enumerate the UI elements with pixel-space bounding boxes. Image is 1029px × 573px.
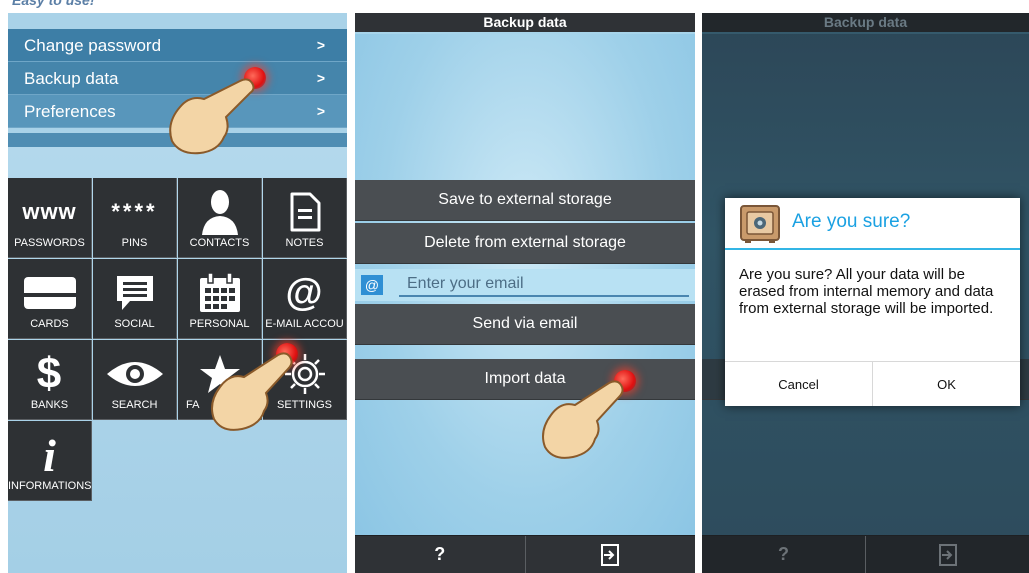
screen-title: Backup data [702, 13, 1029, 34]
tile-cards[interactable]: CARDS [8, 259, 92, 339]
touch-indicator [614, 370, 636, 392]
delete-external-button[interactable]: Delete from external storage [355, 223, 695, 264]
tile-label: SETTINGS [276, 399, 332, 411]
chevron-right-icon: > [316, 70, 325, 86]
ok-button[interactable]: OK [872, 362, 1020, 406]
asterisks-icon: **** [111, 199, 158, 224]
cancel-button[interactable]: Cancel [725, 362, 872, 406]
safe-icon [740, 205, 780, 243]
info-icon: i [43, 429, 56, 481]
tile-pins[interactable]: **** PINS [93, 178, 177, 258]
tile-label: E-MAIL ACCOU [265, 318, 344, 330]
confirm-screen: Backup data ? Are you sure? Are you sure… [702, 13, 1029, 573]
menu-item-label: Preferences [24, 102, 116, 121]
bottom-bar: ? [702, 535, 1029, 573]
exit-door-icon [938, 543, 957, 566]
dialog-message: Are you sure? All your data will be eras… [739, 266, 994, 317]
chevron-right-icon: > [316, 103, 325, 119]
tile-contacts[interactable]: CONTACTS [178, 178, 262, 258]
calendar-icon [178, 271, 261, 315]
at-sign-icon: @ [285, 271, 324, 314]
tile-label: PINS [121, 237, 148, 249]
chevron-right-icon: > [316, 37, 325, 53]
bottom-bar: ? [355, 535, 695, 573]
tile-label: PERSONAL [189, 318, 250, 330]
help-icon: ? [434, 544, 446, 564]
tile-label: BANKS [30, 399, 69, 411]
tile-social[interactable]: SOCIAL [93, 259, 177, 339]
tile-label: NOTES [285, 237, 324, 249]
tile-label: FA [186, 399, 200, 411]
dollar-icon: $ [36, 349, 63, 398]
dialog-buttons: Cancel OK [725, 361, 1020, 406]
menu-item-preferences[interactable]: Preferences > [8, 95, 347, 128]
tile-notes[interactable]: NOTES [263, 178, 347, 258]
card-icon [8, 271, 91, 315]
settings-menu: Change password > Backup data > Preferen… [8, 29, 347, 133]
exit-button [865, 536, 1029, 573]
tile-label: SOCIAL [114, 318, 155, 330]
tile-informations[interactable]: i INFORMATIONS [8, 421, 92, 501]
tile-email-accounts[interactable]: @ E-MAIL ACCOU [263, 259, 347, 339]
backup-screen: Backup data Save to external storage Del… [355, 13, 695, 573]
category-grid: www PASSWORDS **** PINS CONTACTS NOTES C… [8, 178, 347, 501]
email-input[interactable] [399, 273, 689, 297]
eye-icon [93, 352, 176, 396]
tile-favorites[interactable]: FA [178, 340, 262, 420]
dialog-title: Are you sure? [792, 211, 911, 232]
settings-screen: Change password > Backup data > Preferen… [8, 13, 347, 573]
tagline: Easy to use! [12, 0, 95, 8]
tile-banks[interactable]: $ BANKS [8, 340, 92, 420]
menu-item-label: Backup data [24, 69, 119, 88]
exit-button[interactable] [524, 536, 696, 573]
exit-door-icon [601, 543, 620, 566]
dialog-header: Are you sure? [725, 198, 1020, 250]
save-external-button[interactable]: Save to external storage [355, 180, 695, 221]
send-email-button[interactable]: Send via email [355, 304, 695, 345]
confirm-dialog: Are you sure? Are you sure? All your dat… [725, 198, 1020, 406]
tile-search[interactable]: SEARCH [93, 340, 177, 420]
person-icon [178, 190, 261, 235]
tile-passwords[interactable]: www PASSWORDS [8, 178, 92, 258]
at-sign-icon: @ [361, 275, 383, 295]
menu-item-change-password[interactable]: Change password > [8, 29, 347, 62]
menu-item-label: Change password [24, 36, 162, 55]
tile-label: INFORMATIONS [8, 480, 91, 492]
tile-personal[interactable]: PERSONAL [178, 259, 262, 339]
document-icon [263, 190, 346, 234]
menu-divider [8, 133, 347, 147]
www-text-icon: www [22, 199, 77, 224]
tile-label: CONTACTS [189, 237, 250, 249]
tile-label: SEARCH [111, 399, 158, 411]
help-button: ? [702, 536, 865, 573]
import-data-button[interactable]: Import data [355, 359, 695, 400]
tile-label: CARDS [30, 318, 69, 330]
screen-title: Backup data [355, 13, 695, 34]
touch-indicator [276, 343, 298, 365]
touch-indicator [244, 67, 266, 89]
gear-icon [263, 352, 346, 396]
tile-label: PASSWORDS [14, 237, 85, 249]
menu-item-backup-data[interactable]: Backup data > [8, 62, 347, 95]
star-icon [178, 352, 261, 396]
email-row: @ [355, 269, 695, 301]
help-icon: ? [778, 544, 789, 564]
speech-bubble-icon [93, 271, 176, 315]
help-button[interactable]: ? [355, 536, 525, 573]
